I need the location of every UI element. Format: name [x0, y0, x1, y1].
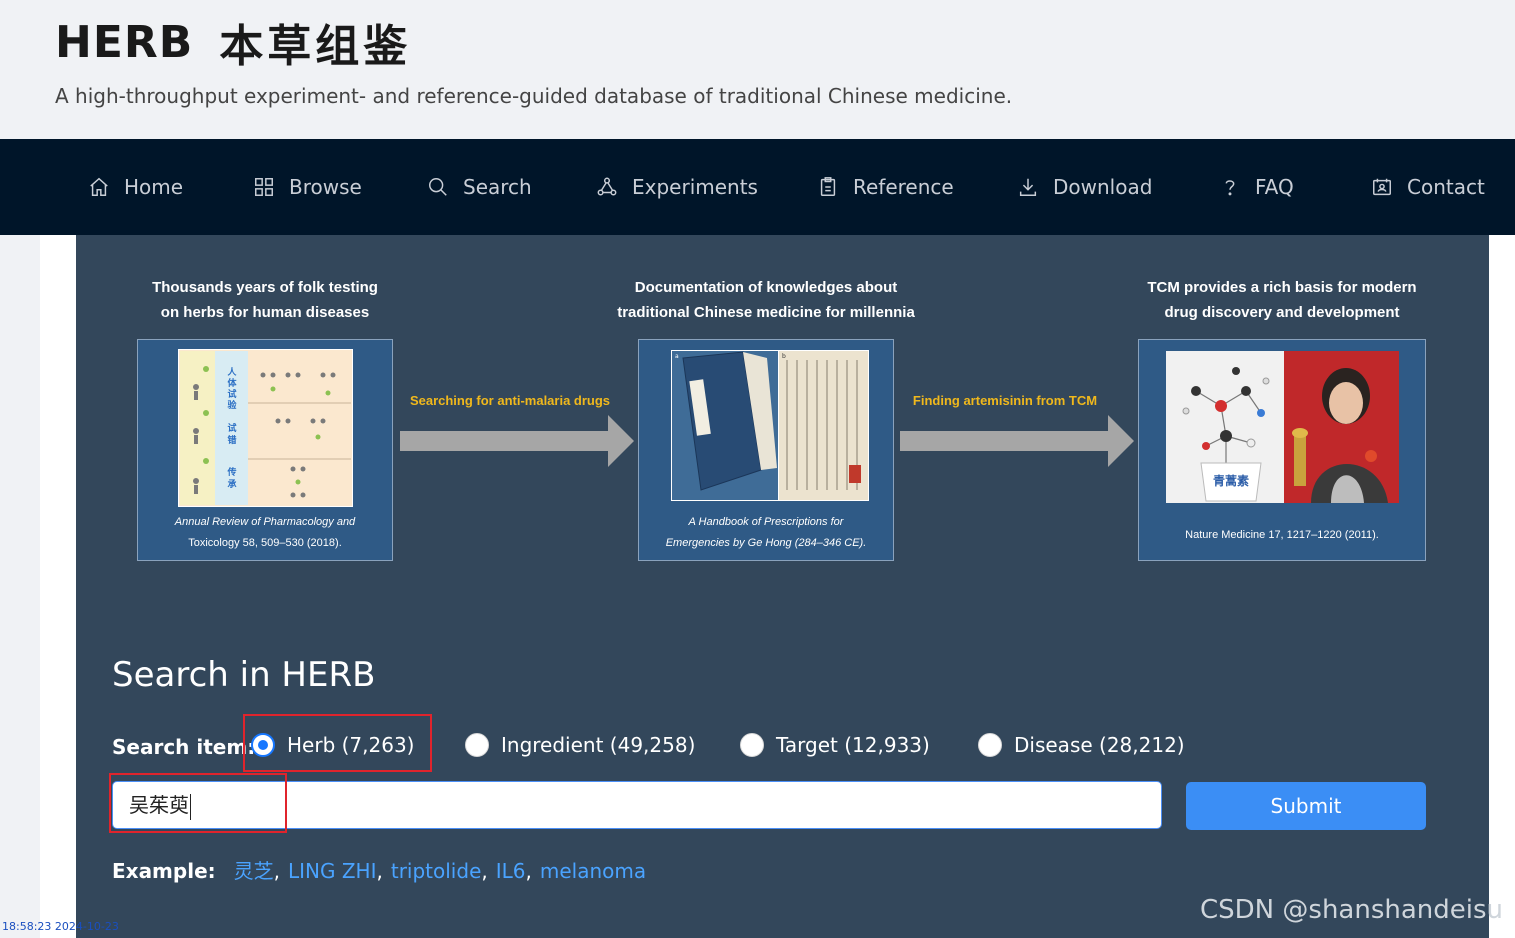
- nav-label: Download: [1053, 175, 1153, 199]
- example-link-lingzhi-cn[interactable]: 灵芝: [234, 855, 274, 884]
- radio-disease[interactable]: Disease (28,212): [978, 733, 1185, 757]
- example-link-il6[interactable]: IL6: [496, 859, 526, 883]
- panel-title-drug-discovery: TCM provides a rich basis for modern dru…: [1147, 279, 1417, 321]
- main-nav: Home Browse Search Experiments Reference…: [0, 139, 1515, 235]
- nav-label: Experiments: [632, 175, 758, 199]
- arrow-label-artemisinin: Finding artemisinin from TCM: [912, 393, 1098, 408]
- logo-text-cn: 本草组鉴: [219, 21, 412, 72]
- radio-label: Target (12,933): [776, 733, 930, 757]
- figure-caption: Annual Review of Pharmacology and Toxico…: [174, 516, 356, 549]
- search-item-label: Search item:: [112, 735, 256, 759]
- nav-item-home[interactable]: Home: [88, 139, 183, 235]
- search-section-title: Search in HERB: [112, 655, 376, 695]
- radio-button[interactable]: [740, 733, 764, 757]
- nav-item-experiments[interactable]: Experiments: [596, 139, 758, 235]
- radio-button[interactable]: [978, 733, 1002, 757]
- example-link-melanoma[interactable]: melanoma: [540, 859, 646, 883]
- radio-target[interactable]: Target (12,933): [740, 733, 930, 757]
- artemisinin-label: 青蒿素: [1213, 473, 1249, 488]
- figure-caption: Nature Medicine 17, 1217–1220 (2011).: [1185, 529, 1379, 541]
- nav-item-reference[interactable]: Reference: [817, 139, 954, 235]
- svg-text:人: 人: [226, 366, 237, 378]
- svg-text:体: 体: [227, 377, 237, 389]
- example-links: Example: 灵芝, LING ZHI, triptolide, IL6, …: [112, 855, 646, 884]
- site-logo[interactable]: HERB 本草组鉴: [55, 10, 411, 74]
- artemisinin-photo: 青蒿素: [1166, 351, 1399, 503]
- site-header: HERB 本草组鉴 A high-throughput experiment- …: [0, 0, 1515, 139]
- reference-icon: [820, 177, 836, 196]
- example-link-lingzhi[interactable]: LING ZHI: [288, 859, 377, 883]
- nav-item-search[interactable]: Search: [427, 139, 532, 235]
- left-gutter: [0, 235, 40, 938]
- site-tagline: A high-throughput experiment- and refere…: [55, 84, 1013, 108]
- svg-text:试: 试: [227, 388, 236, 400]
- csdn-watermark: CSDN @shanshandeisu: [1200, 895, 1504, 925]
- figure-handbook: a b A Handbook of Prescriptions for Emer…: [638, 339, 894, 561]
- svg-text:b: b: [782, 353, 786, 360]
- nav-label: Reference: [853, 175, 954, 199]
- ancient-books-photo: a b: [671, 350, 869, 501]
- nav-label: Browse: [289, 175, 362, 199]
- arrow-label-search: Searching for anti-malaria drugs: [409, 393, 611, 408]
- experiment-icon: [597, 177, 617, 196]
- svg-text:a: a: [675, 353, 679, 360]
- figure-artemisinin: 青蒿素 Nature Medicine 17, 1217–1220 (2011)…: [1138, 339, 1426, 561]
- svg-text:错: 错: [227, 434, 236, 446]
- highlight-box-herb: [243, 714, 432, 772]
- radio-ingredient[interactable]: Ingredient (49,258): [465, 733, 695, 757]
- folk-testing-illustration: 人 体 试 验 试 错 传 承: [178, 349, 353, 507]
- question-icon: [1225, 180, 1235, 196]
- svg-text:试: 试: [227, 422, 236, 434]
- nav-label: Home: [124, 175, 184, 199]
- panel-title-documentation: Documentation of knowledges about tradit…: [617, 279, 915, 321]
- download-icon: [1019, 178, 1037, 196]
- svg-text:承: 承: [227, 479, 236, 490]
- nav-item-faq[interactable]: FAQ: [1219, 139, 1294, 235]
- left-margin: [40, 235, 76, 938]
- figure-folk-testing: 人 体 试 验 试 错 传 承 Annual Review of Pharmac…: [137, 339, 393, 561]
- nav-item-download[interactable]: Download: [1017, 139, 1152, 235]
- nav-label: Search: [463, 175, 532, 199]
- search-icon: [429, 178, 447, 196]
- arrow-right-icon: [400, 415, 634, 467]
- nav-item-contact[interactable]: Contact: [1371, 139, 1485, 235]
- svg-text:传: 传: [226, 466, 236, 478]
- nav-label: FAQ: [1255, 175, 1294, 199]
- right-margin: [1489, 235, 1515, 938]
- nav-item-browse[interactable]: Browse: [253, 139, 362, 235]
- nav-label: Contact: [1407, 175, 1485, 199]
- example-link-triptolide[interactable]: triptolide: [391, 859, 482, 883]
- figure-caption: A Handbook of Prescriptions for Emergenc…: [665, 516, 867, 549]
- home-icon: [90, 177, 108, 196]
- grid-icon: [255, 178, 273, 196]
- main-content: Thousands years of folk testing on herbs…: [76, 235, 1489, 938]
- svg-text:验: 验: [227, 399, 237, 411]
- radio-button[interactable]: [465, 733, 489, 757]
- example-label: Example:: [112, 859, 216, 883]
- radio-label: Ingredient (49,258): [501, 733, 696, 757]
- arrow-right-icon: [900, 415, 1134, 467]
- screenshot-timestamp: 18:58:23 2024-10-23: [2, 920, 119, 933]
- highlight-box-input: [109, 773, 287, 833]
- radio-label: Disease (28,212): [1014, 733, 1185, 757]
- panel-title-folk-testing: Thousands years of folk testing on herbs…: [152, 279, 378, 321]
- submit-button[interactable]: Submit: [1186, 782, 1426, 830]
- contact-icon: [1373, 178, 1391, 196]
- logo-text-en: HERB: [55, 16, 194, 68]
